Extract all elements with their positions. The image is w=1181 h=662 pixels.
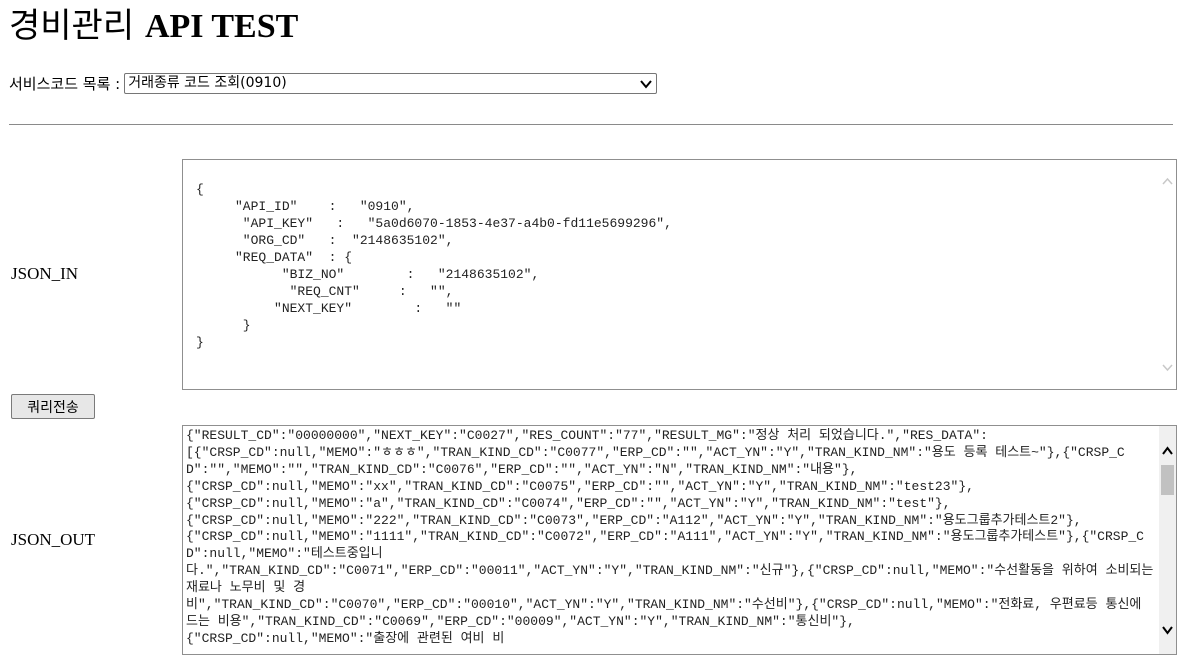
scroll-down-arrow-icon[interactable] [1161,361,1174,373]
json-out-scrollbar[interactable] [1159,426,1176,654]
json-in-scrollbar[interactable] [1159,160,1176,389]
page-title-english: API TEST [144,8,299,45]
json-out-content: {"RESULT_CD":"00000000","NEXT_KEY":"C002… [186,428,1154,646]
json-out-scroll-thumb[interactable] [1161,465,1174,495]
service-code-row: 서비스코드 목록 : 거래종류 코드 조회(0910) [9,71,658,95]
divider [9,124,1173,125]
json-in-textarea[interactable]: { "API_ID" : "0910", "API_KEY" : "5a0d60… [182,159,1177,390]
json-in-content: { "API_ID" : "0910", "API_KEY" : "5a0d60… [196,182,672,350]
json-out-textarea[interactable]: {"RESULT_CD":"00000000","NEXT_KEY":"C002… [182,425,1177,655]
scroll-down-arrow-icon[interactable] [1161,623,1174,637]
page-title: 경비관리 API TEST [9,4,298,49]
service-code-select[interactable]: 거래종류 코드 조회(0910) [124,72,658,94]
service-code-selected-value: 거래종류 코드 조회(0910) [128,74,287,91]
scroll-up-arrow-icon[interactable] [1161,444,1174,458]
send-query-button[interactable]: 쿼리전송 [11,394,95,419]
scroll-up-arrow-icon[interactable] [1161,176,1174,188]
service-code-label: 서비스코드 목록 : [9,74,121,93]
chevron-down-icon [640,79,652,89]
json-out-label: JSON_OUT [11,530,96,549]
page-title-korean: 경비관리 [9,6,135,46]
json-in-label: JSON_IN [11,264,79,283]
